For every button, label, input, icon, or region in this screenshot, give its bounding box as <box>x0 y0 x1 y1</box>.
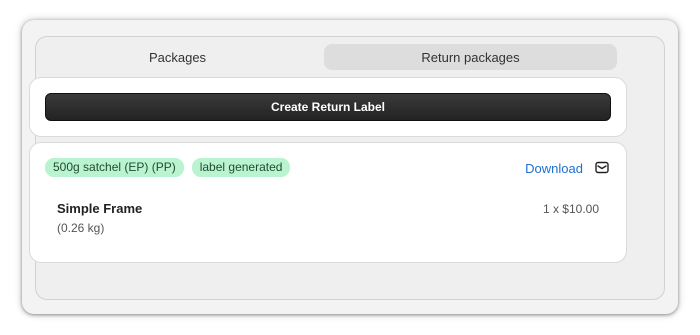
tab-packages[interactable]: Packages <box>31 44 324 70</box>
package-card: 500g satchel (EP) (PP) label generated D… <box>29 142 627 263</box>
item-quantity-price: 1 x $10.00 <box>542 202 599 216</box>
create-label-card: Create Return Label <box>29 77 627 137</box>
item-name: Simple Frame <box>57 201 143 216</box>
create-return-label-button[interactable]: Create Return Label <box>45 93 611 121</box>
label-status-badge: label generated <box>191 158 291 177</box>
package-type-badge: 500g satchel (EP) (PP) <box>45 158 184 177</box>
mail-icon[interactable] <box>595 161 609 174</box>
item-weight: (0.26 kg) <box>57 221 105 235</box>
package-badges: 500g satchel (EP) (PP) label generated <box>45 158 291 177</box>
package-tabs: Packages Return packages <box>31 44 617 70</box>
tab-return-packages[interactable]: Return packages <box>324 44 617 70</box>
download-link[interactable]: Download <box>525 161 583 176</box>
